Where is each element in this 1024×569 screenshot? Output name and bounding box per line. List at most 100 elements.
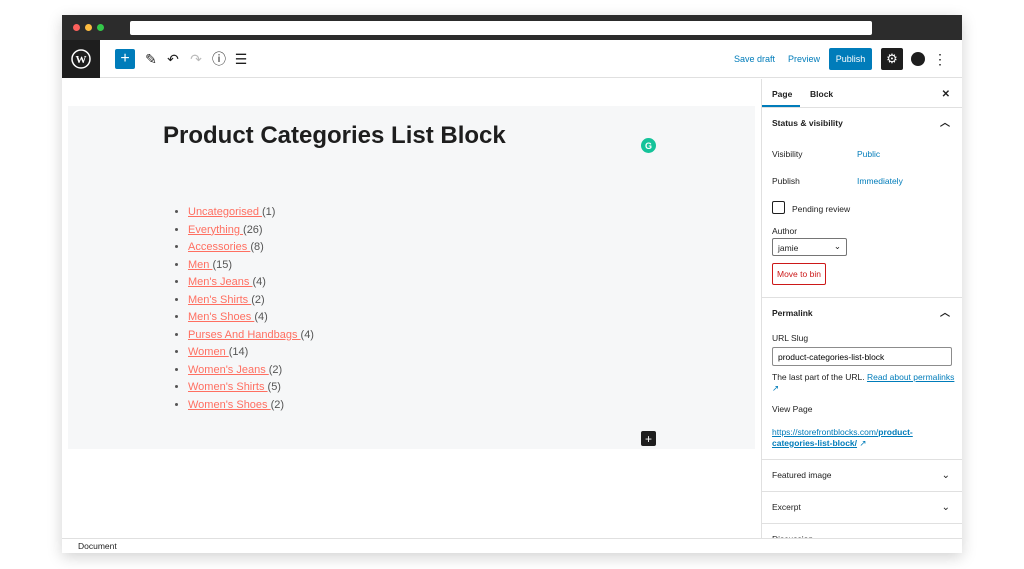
undo-icon[interactable]: ↶ — [163, 49, 183, 69]
publish-button[interactable]: Publish — [829, 48, 872, 70]
list-view-icon[interactable]: ☰ — [231, 49, 251, 69]
edit-pencil-icon[interactable]: ✎ — [141, 49, 161, 69]
active-tab-indicator — [762, 105, 800, 107]
category-link[interactable]: Women's Shoes — [188, 399, 271, 411]
category-count: (4) — [254, 311, 268, 323]
visibility-value-link[interactable]: Public — [857, 149, 880, 159]
category-link[interactable]: Accessories — [188, 241, 250, 253]
add-block-inline-button[interactable]: + — [641, 431, 656, 446]
product-categories-list: Uncategorised (1)Everything (26)Accessor… — [188, 204, 314, 414]
category-list-item: Uncategorised (1) — [188, 204, 314, 222]
svg-text:W: W — [76, 54, 87, 66]
category-link[interactable]: Uncategorised — [188, 206, 262, 218]
browser-window: W + ✎ ↶ ↷ ⓘ ☰ Save draft Preview Publish… — [62, 15, 962, 553]
pending-review-checkbox[interactable] — [772, 201, 785, 214]
category-count: (8) — [250, 241, 264, 253]
grammarly-icon[interactable]: G — [641, 138, 656, 153]
panel-title: Status & visibility — [772, 118, 843, 128]
category-list-item: Women's Jeans (2) — [188, 362, 314, 380]
pending-review-label: Pending review — [792, 204, 851, 214]
permalink-toggle[interactable]: Permalink ︿ — [762, 298, 962, 329]
slug-help-text: The last part of the URL. — [772, 372, 867, 382]
maximize-window-button[interactable] — [97, 24, 104, 31]
minimize-window-button[interactable] — [85, 24, 92, 31]
category-list-item: Everything (26) — [188, 222, 314, 240]
breadcrumb-document[interactable]: Document — [78, 541, 117, 551]
category-link[interactable]: Men — [188, 259, 212, 271]
author-select[interactable]: jamie ⌄ — [772, 238, 847, 256]
page-title[interactable]: Product Categories List Block — [163, 122, 506, 150]
category-link[interactable]: Women's Shirts — [188, 381, 268, 393]
category-link[interactable]: Women's Jeans — [188, 364, 269, 376]
category-count: (2) — [251, 293, 265, 306]
panel-title: Permalink — [772, 308, 813, 318]
chevron-up-icon: ︿ — [940, 308, 950, 319]
redo-icon[interactable]: ↷ — [186, 49, 206, 69]
category-list-item: Purses And Handbags (4) — [188, 327, 314, 345]
excerpt-panel[interactable]: Excerpt ⌄ — [762, 492, 962, 524]
title-bar — [62, 15, 962, 40]
more-options-icon[interactable]: ⋮ — [930, 49, 950, 69]
address-bar[interactable] — [130, 21, 872, 35]
category-count: (4) — [300, 328, 314, 341]
tab-block[interactable]: Block — [810, 89, 833, 99]
category-list-item: Men's Jeans (4) — [188, 274, 314, 292]
category-count: (2) — [270, 398, 285, 411]
panel-title: Featured image — [772, 470, 832, 480]
read-about-permalinks-link[interactable]: Read about permalinks — [867, 372, 954, 382]
category-list-item: Accessories (8) — [188, 239, 314, 257]
author-label: Author — [772, 226, 798, 236]
view-page-link[interactable]: https://storefrontblocks.com/product-cat… — [772, 427, 957, 449]
category-list-item: Men's Shoes (4) — [188, 309, 314, 327]
category-list-item: Women (14) — [188, 344, 314, 362]
view-page-label: View Page — [772, 404, 813, 414]
url-slug-label: URL Slug — [772, 333, 809, 343]
category-link[interactable]: Men's Shoes — [188, 311, 254, 323]
category-list-item: Women's Shirts (5) — [188, 379, 314, 397]
editor-toolbar: W + ✎ ↶ ↷ ⓘ ☰ Save draft Preview Publish… — [62, 40, 962, 78]
close-window-button[interactable] — [73, 24, 80, 31]
add-block-button[interactable]: + — [115, 49, 135, 69]
panel-title: Excerpt — [772, 502, 801, 512]
status-visibility-toggle[interactable]: Status & visibility ︿ — [762, 108, 962, 139]
category-count: (15) — [212, 258, 233, 271]
chevron-down-icon: ⌄ — [941, 502, 950, 513]
category-count: (1) — [262, 206, 276, 218]
category-count: (26) — [243, 223, 263, 236]
status-visibility-panel: Status & visibility ︿ Visibility Public P… — [762, 108, 962, 298]
category-link[interactable]: Everything — [188, 224, 243, 236]
chevron-down-icon: ⌄ — [833, 241, 841, 251]
featured-image-panel[interactable]: Featured image ⌄ — [762, 460, 962, 492]
move-to-bin-button[interactable]: Move to bin — [772, 263, 826, 285]
category-link[interactable]: Men's Jeans — [188, 276, 252, 288]
close-icon[interactable]: ✕ — [942, 89, 950, 100]
publish-date-link[interactable]: Immediately — [857, 176, 903, 186]
chevron-up-icon: ︿ — [940, 118, 950, 129]
save-draft-button[interactable]: Save draft — [734, 54, 775, 64]
settings-sidebar: Page Block ✕ Status & visibility ︿ Visibi… — [761, 79, 962, 545]
editor-area: Product Categories List Block G Uncatego… — [62, 79, 761, 538]
settings-gear-icon[interactable]: ⚙ — [881, 48, 903, 70]
url-domain: https://storefrontblocks.com/ — [772, 427, 879, 437]
preview-button[interactable]: Preview — [788, 54, 820, 64]
category-link[interactable]: Women — [188, 346, 229, 358]
category-count: (5) — [267, 381, 281, 393]
category-count: (2) — [268, 363, 283, 376]
category-count: (4) — [252, 276, 266, 288]
category-link[interactable]: Men's Shirts — [188, 294, 251, 306]
info-icon[interactable]: ⓘ — [209, 49, 229, 69]
chevron-down-icon: ⌄ — [941, 470, 950, 481]
editor-canvas: Product Categories List Block G Uncatego… — [68, 106, 755, 449]
publish-label: Publish — [772, 176, 800, 186]
category-list-item: Men's Shirts (2) — [188, 292, 314, 310]
block-breadcrumb: Document — [62, 538, 962, 553]
wordpress-logo-icon[interactable]: W — [62, 40, 100, 78]
external-link-icon: ↗ — [859, 438, 867, 448]
tab-page[interactable]: Page — [772, 89, 792, 99]
visibility-label: Visibility — [772, 149, 803, 159]
plugin-icon[interactable] — [908, 49, 928, 69]
url-slug-input[interactable] — [772, 347, 952, 366]
category-link[interactable]: Purses And Handbags — [188, 329, 301, 341]
author-value: jamie — [778, 243, 799, 253]
category-count: (14) — [228, 346, 249, 358]
